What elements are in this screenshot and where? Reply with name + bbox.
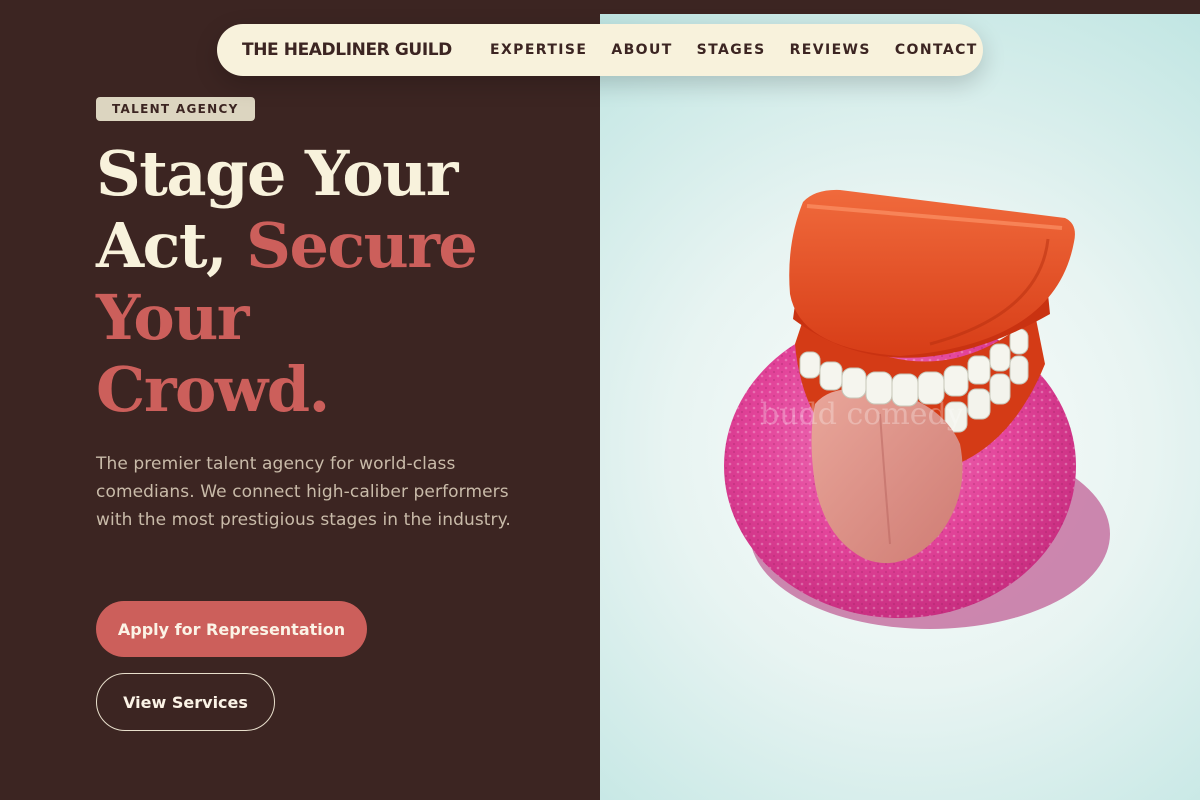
chattering-teeth-illustration: budd comedy bbox=[724, 189, 1110, 629]
headline-line-2-plain: Act, bbox=[96, 209, 247, 282]
headline-line-2-accent: Secure bbox=[246, 209, 478, 282]
nav-link-stages[interactable]: STAGES bbox=[697, 42, 766, 58]
top-navigation: THE HEADLINER GUILD EXPERTISE ABOUT STAG… bbox=[217, 24, 983, 76]
headline-line-3: Your bbox=[96, 281, 249, 354]
photo-watermark: budd comedy bbox=[760, 397, 964, 432]
headline-line-1: Stage Your bbox=[96, 137, 458, 210]
view-services-button[interactable]: View Services bbox=[96, 673, 275, 731]
nav-link-reviews[interactable]: REVIEWS bbox=[790, 42, 871, 58]
hero-description: The premier talent agency for world-clas… bbox=[96, 454, 511, 530]
brand-logo[interactable]: THE HEADLINER GUILD bbox=[242, 24, 452, 76]
hero-image: budd comedy bbox=[600, 14, 1200, 800]
headline-line-4: Crowd. bbox=[96, 353, 330, 426]
nav-links: EXPERTISE ABOUT STAGES REVIEWS CONTACT bbox=[490, 24, 978, 76]
hero-headline: Stage Your Act, Secure Your Crowd. bbox=[96, 138, 596, 426]
apply-for-representation-button[interactable]: Apply for Representation bbox=[96, 601, 367, 657]
nav-link-expertise[interactable]: EXPERTISE bbox=[490, 42, 587, 58]
nav-link-contact[interactable]: CONTACT bbox=[895, 42, 978, 58]
category-badge: TALENT AGENCY bbox=[96, 97, 255, 121]
nav-link-about[interactable]: ABOUT bbox=[611, 42, 672, 58]
